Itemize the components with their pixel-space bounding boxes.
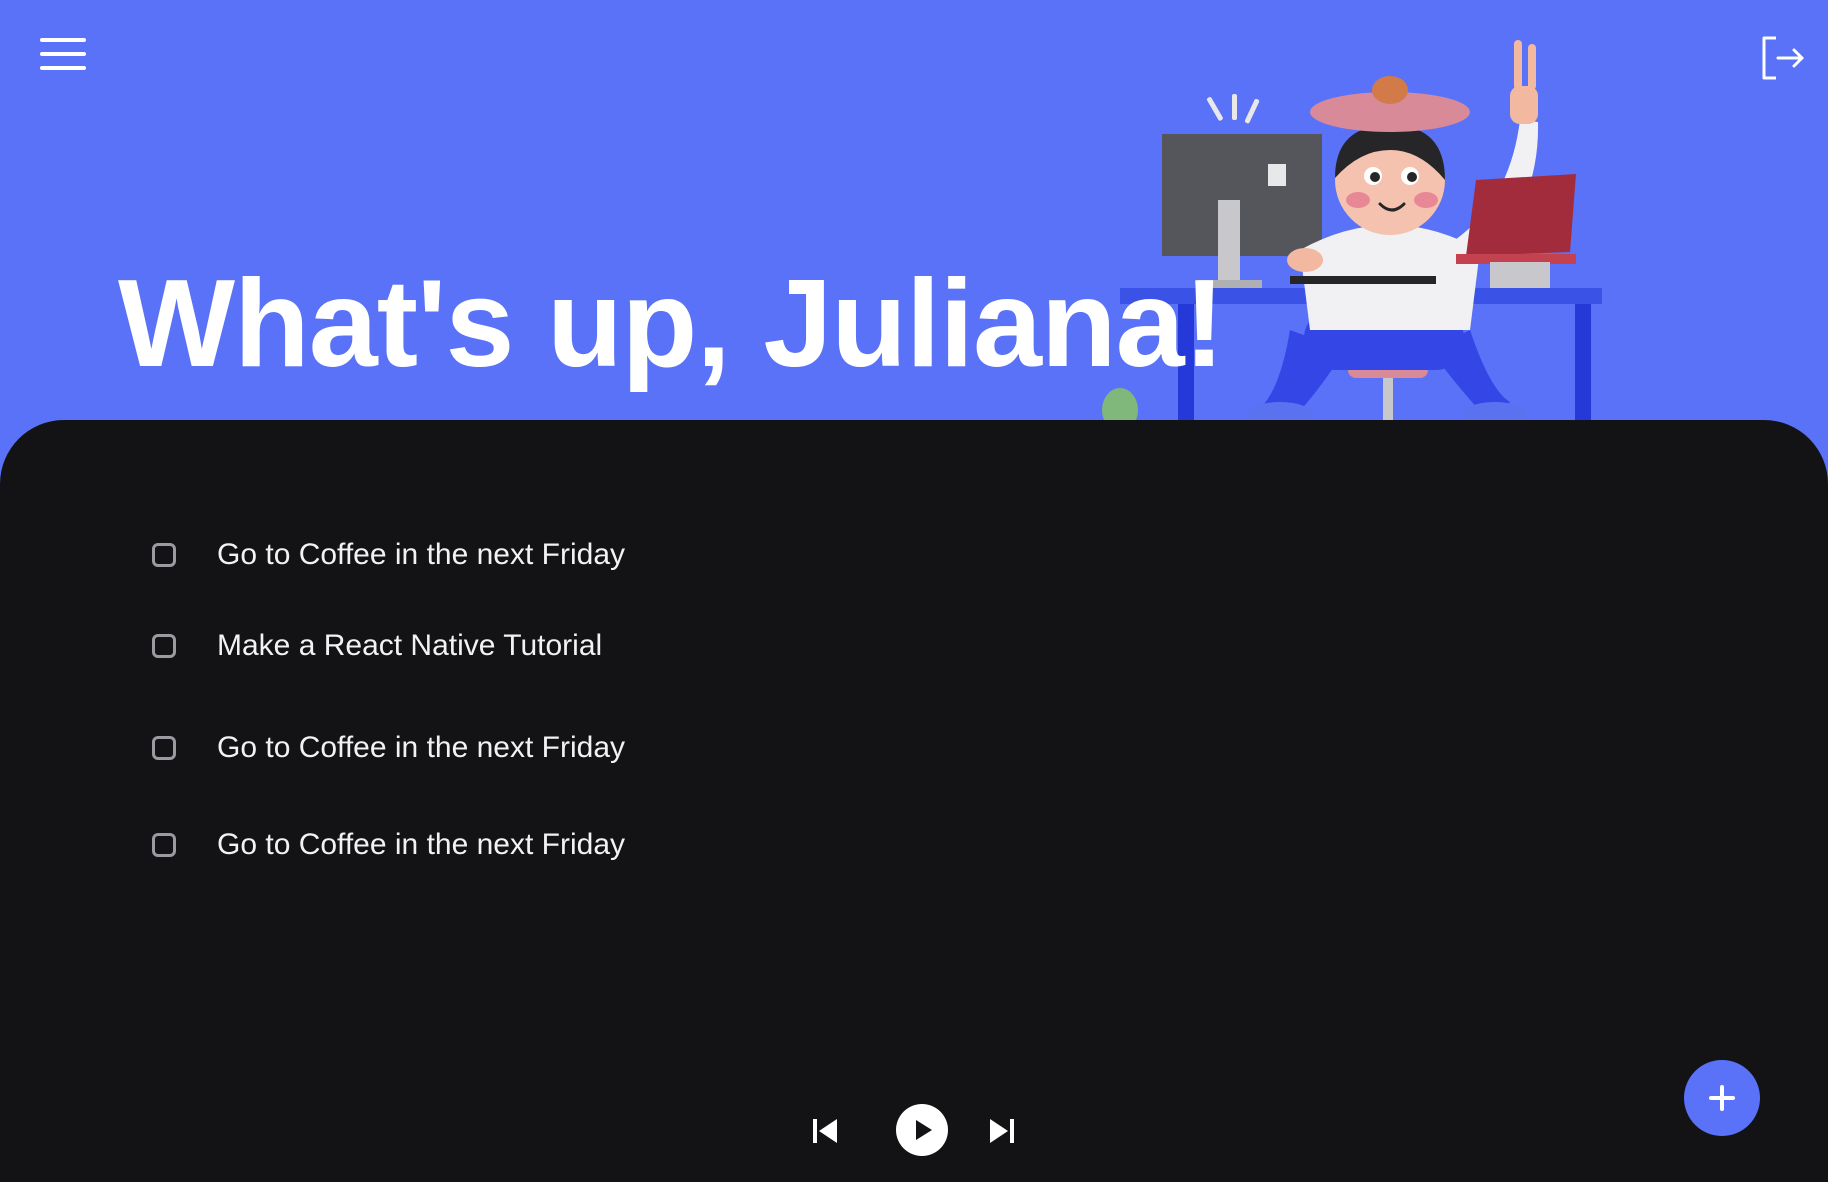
menu-button[interactable] (34, 30, 94, 80)
skip-next-button[interactable] (985, 1115, 1017, 1147)
hamburger-menu-icon (40, 38, 86, 70)
list-item[interactable]: Go to Coffee in the next Friday (152, 726, 625, 770)
logout-button[interactable] (1758, 32, 1808, 84)
task-label: Make a React Native Tutorial (217, 629, 603, 662)
task-label: Go to Coffee in the next Friday (217, 731, 626, 764)
play-icon (896, 1104, 948, 1156)
list-item[interactable]: Go to Coffee in the next Friday (152, 823, 625, 867)
task-checkbox[interactable] (152, 634, 176, 658)
add-task-button[interactable] (1684, 1060, 1760, 1136)
skip-previous-icon (813, 1119, 837, 1143)
list-item[interactable]: Go to Coffee in the next Friday (152, 533, 625, 577)
skip-previous-button[interactable] (810, 1115, 842, 1147)
play-button[interactable] (896, 1104, 948, 1156)
task-checkbox[interactable] (152, 736, 176, 760)
logout-icon (1762, 36, 1804, 80)
task-label: Go to Coffee in the next Friday (217, 828, 626, 861)
list-item[interactable]: Make a React Native Tutorial (152, 624, 602, 668)
skip-next-icon (990, 1119, 1014, 1143)
plus-icon (1709, 1085, 1735, 1111)
header: What's up, Juliana! (0, 0, 1828, 422)
media-player (0, 1100, 1828, 1160)
task-checkbox[interactable] (152, 543, 176, 567)
page-title: What's up, Juliana! (118, 255, 1225, 393)
task-label: Go to Coffee in the next Friday (217, 538, 626, 571)
task-checkbox[interactable] (152, 833, 176, 857)
